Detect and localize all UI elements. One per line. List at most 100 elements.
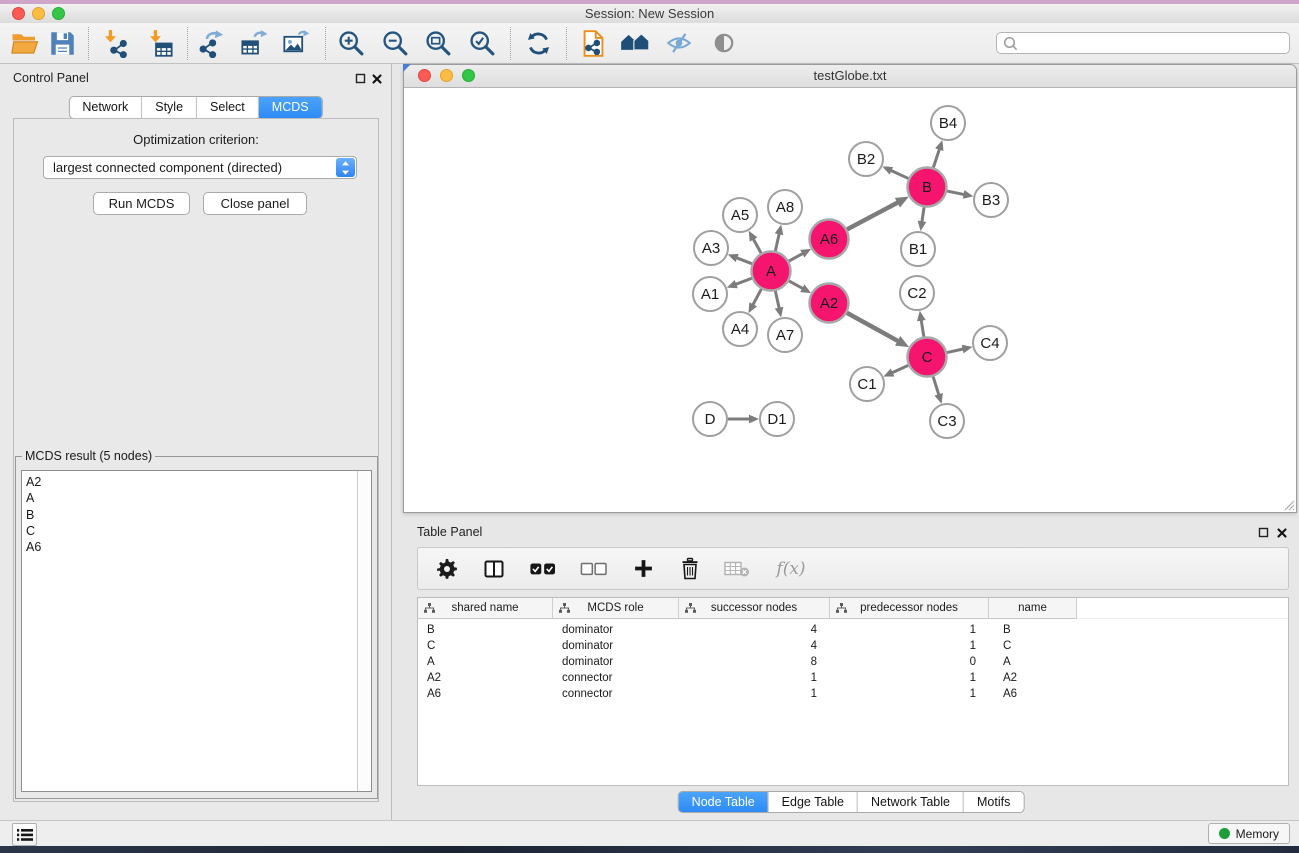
app-titlebar[interactable]: Session: New Session <box>0 4 1299 24</box>
graph-node-D[interactable]: D <box>693 402 727 436</box>
graph-node-A8[interactable]: A8 <box>768 190 802 224</box>
graph-node-A3[interactable]: A3 <box>694 231 728 265</box>
cell-predecessor-nodes[interactable]: 1 <box>830 622 989 638</box>
graph-edge-B-B1[interactable] <box>918 207 927 231</box>
graph-edge-D-D1[interactable] <box>728 415 759 424</box>
tab-select[interactable]: Select <box>196 97 258 118</box>
graph-edge-A-A7[interactable] <box>775 291 784 317</box>
search-input[interactable] <box>996 32 1290 54</box>
graph-node-B4[interactable]: B4 <box>931 106 965 140</box>
cell-name[interactable]: C <box>989 638 1077 654</box>
export-table-button[interactable] <box>235 25 271 61</box>
run-mcds-button[interactable]: Run MCDS <box>93 192 190 215</box>
column-header-MCDS-role[interactable]: MCDS role <box>553 598 679 619</box>
column-header-predecessor-nodes[interactable]: predecessor nodes <box>830 598 989 619</box>
cell-successor-nodes[interactable]: 8 <box>679 654 830 670</box>
graph-node-A6[interactable]: A6 <box>810 220 849 259</box>
graph-node-A5[interactable]: A5 <box>723 198 757 232</box>
cell-shared-name[interactable]: C <box>418 638 553 654</box>
cell-predecessor-nodes[interactable]: 0 <box>830 654 989 670</box>
export-image-button[interactable] <box>277 25 313 61</box>
graph-edge-A2-C[interactable] <box>847 313 909 347</box>
clone-network-button[interactable] <box>575 25 611 61</box>
column-header-successor-nodes[interactable]: successor nodes <box>679 598 830 619</box>
criterion-dropdown[interactable]: largest connected component (directed) <box>43 156 357 179</box>
graph-node-C4[interactable]: C4 <box>973 326 1007 360</box>
zoom-out-button[interactable] <box>377 25 413 61</box>
cell-MCDS-role[interactable]: dominator <box>553 654 679 670</box>
graph-edge-C-C4[interactable] <box>947 345 972 354</box>
table-row[interactable]: Bdominator41B <box>418 622 1288 638</box>
graph-edge-C-C2[interactable] <box>917 311 926 337</box>
graph-edge-A-A3[interactable] <box>728 254 752 264</box>
graph-edge-B-B4[interactable] <box>933 140 943 167</box>
table-tab-network-table[interactable]: Network Table <box>857 792 963 812</box>
cell-successor-nodes[interactable]: 4 <box>679 622 830 638</box>
close-panel-button[interactable] <box>371 73 383 84</box>
table-row[interactable]: Cdominator41C <box>418 638 1288 654</box>
graph-edge-A-A8[interactable] <box>775 225 784 251</box>
graph-node-B[interactable]: B <box>908 168 947 207</box>
cell-shared-name[interactable]: A2 <box>418 670 553 686</box>
cell-MCDS-role[interactable]: dominator <box>553 622 679 638</box>
first-neighbors-button[interactable] <box>617 25 653 61</box>
cell-shared-name[interactable]: B <box>418 622 553 638</box>
graph-node-C3[interactable]: C3 <box>930 404 964 438</box>
import-network-button[interactable] <box>97 25 133 61</box>
network-graph[interactable]: B4B2BB3B1A5A8A6A3AA1A4A7A2C2C4CC1C3DD1 <box>404 88 1296 512</box>
refresh-button[interactable] <box>520 25 556 61</box>
network-canvas[interactable]: B4B2BB3B1A5A8A6A3AA1A4A7A2C2C4CC1C3DD1 <box>404 88 1296 512</box>
network-window-titlebar[interactable]: testGlobe.txt <box>404 65 1296 88</box>
graph-node-A7[interactable]: A7 <box>768 318 802 352</box>
deselect-all-button[interactable] <box>579 556 609 582</box>
tab-mcds[interactable]: MCDS <box>258 97 322 118</box>
tab-network[interactable]: Network <box>69 97 141 118</box>
mcds-result-item[interactable]: A2 <box>22 474 371 490</box>
show-all-button[interactable] <box>706 25 742 61</box>
mcds-result-item[interactable]: B <box>22 507 371 523</box>
graph-node-B2[interactable]: B2 <box>849 142 883 176</box>
close-panel-action-button[interactable]: Close panel <box>203 192 307 215</box>
graph-edge-A6-B[interactable] <box>847 197 909 230</box>
export-network-button[interactable] <box>193 25 229 61</box>
column-header-name[interactable]: name <box>989 598 1077 619</box>
cell-MCDS-role[interactable]: connector <box>553 686 679 702</box>
cell-successor-nodes[interactable]: 1 <box>679 670 830 686</box>
import-table-button[interactable] <box>142 25 178 61</box>
zoom-fit-button[interactable] <box>420 25 456 61</box>
graph-node-A2[interactable]: A2 <box>810 284 849 323</box>
zoom-in-button[interactable] <box>333 25 369 61</box>
float-panel-button[interactable] <box>354 73 366 84</box>
cell-MCDS-role[interactable]: connector <box>553 670 679 686</box>
table-settings-button[interactable] <box>434 556 460 582</box>
graph-node-A4[interactable]: A4 <box>723 312 757 346</box>
mcds-result-item[interactable]: A6 <box>22 539 371 555</box>
graph-edge-B-B2[interactable] <box>882 167 908 179</box>
cell-shared-name[interactable]: A6 <box>418 686 553 702</box>
table-tab-edge-table[interactable]: Edge Table <box>768 792 857 812</box>
mcds-result-item[interactable]: C <box>22 523 371 539</box>
table-tab-motifs[interactable]: Motifs <box>963 792 1023 812</box>
table-row[interactable]: Adominator80A <box>418 654 1288 670</box>
memory-button[interactable]: Memory <box>1208 823 1290 844</box>
graph-edge-A-A6[interactable] <box>789 249 811 261</box>
cell-predecessor-nodes[interactable]: 1 <box>830 686 989 702</box>
select-all-button[interactable] <box>528 556 558 582</box>
show-columns-button[interactable] <box>481 556 507 582</box>
zoom-selected-button[interactable] <box>464 25 500 61</box>
delete-column-button[interactable] <box>677 556 703 582</box>
table-row[interactable]: A2connector11A2 <box>418 670 1288 686</box>
graph-edge-B-B3[interactable] <box>947 190 973 199</box>
cell-shared-name[interactable]: A <box>418 654 553 670</box>
graph-node-C2[interactable]: C2 <box>900 276 934 310</box>
float-table-panel-button[interactable] <box>1257 527 1269 538</box>
result-scrollbar[interactable] <box>357 471 371 791</box>
graph-node-A[interactable]: A <box>752 252 791 291</box>
graph-edge-A-A1[interactable] <box>727 278 752 288</box>
node-table[interactable]: shared nameMCDS rolesuccessor nodesprede… <box>417 597 1289 786</box>
delete-table-button[interactable] <box>724 556 750 582</box>
graph-node-B3[interactable]: B3 <box>974 183 1008 217</box>
table-tab-node-table[interactable]: Node Table <box>679 792 768 812</box>
cell-predecessor-nodes[interactable]: 1 <box>830 670 989 686</box>
save-session-button[interactable] <box>44 25 80 61</box>
